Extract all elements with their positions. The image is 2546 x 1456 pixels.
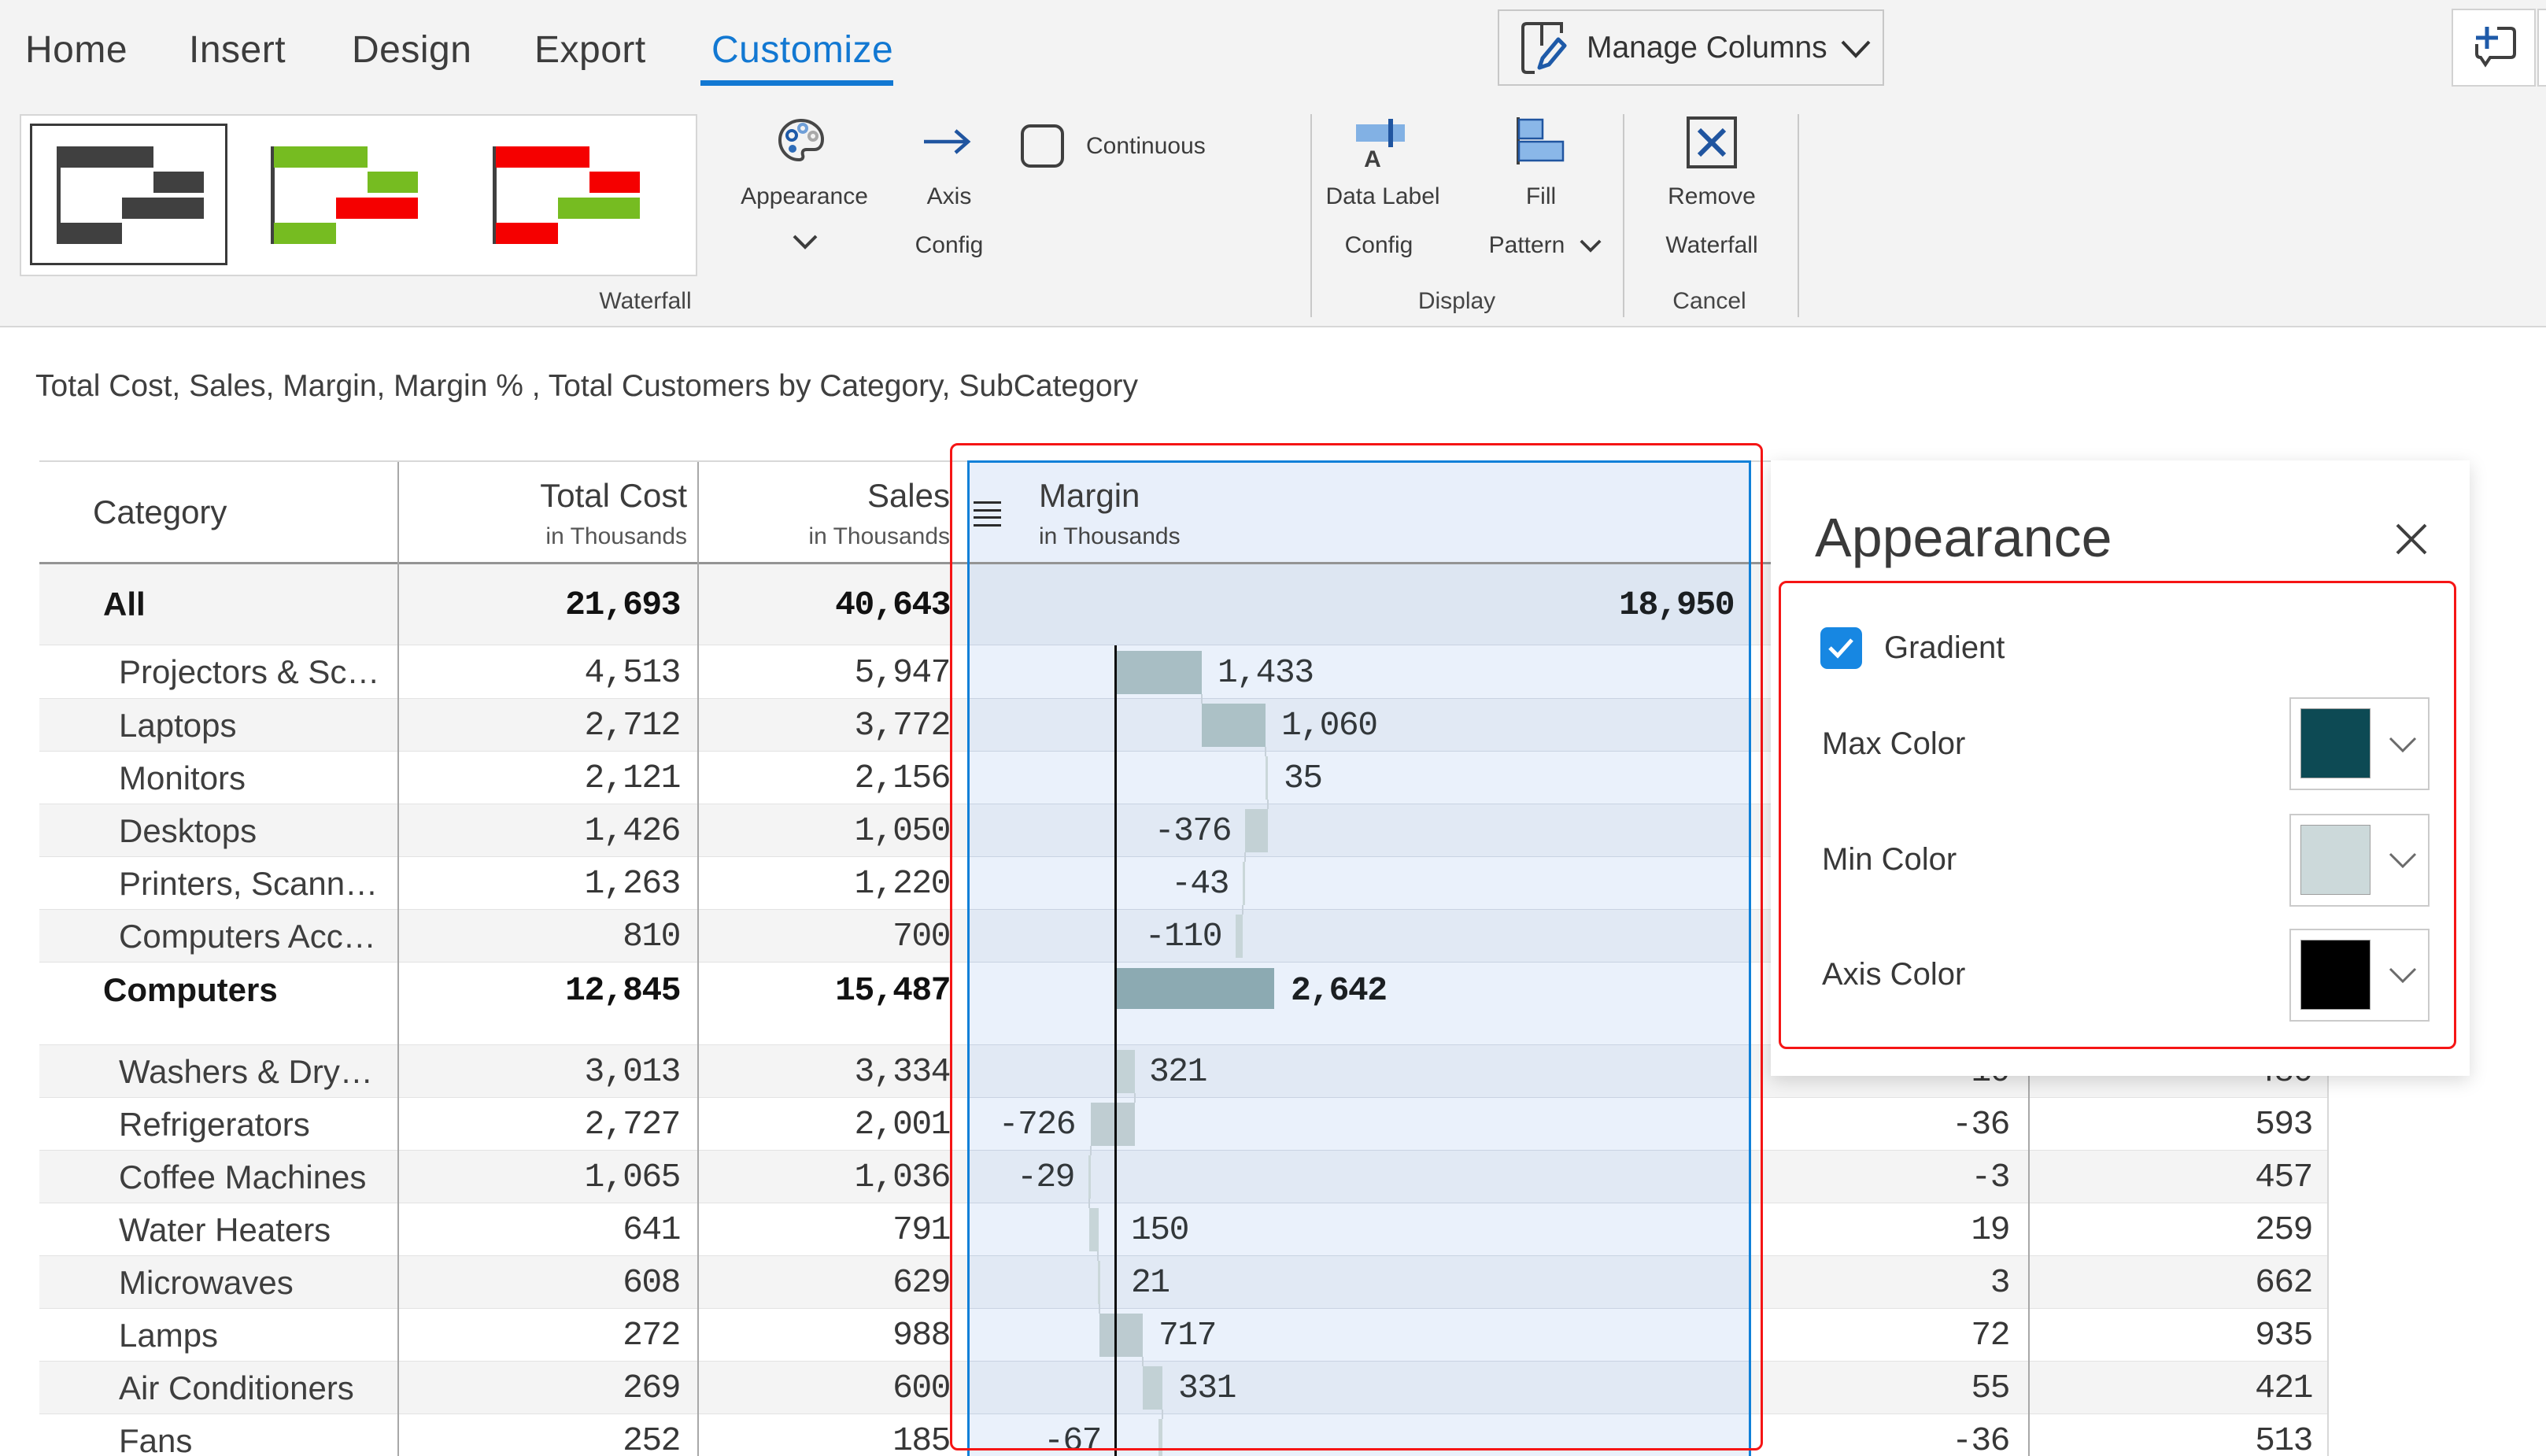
svg-text:A: A [1364, 146, 1381, 170]
